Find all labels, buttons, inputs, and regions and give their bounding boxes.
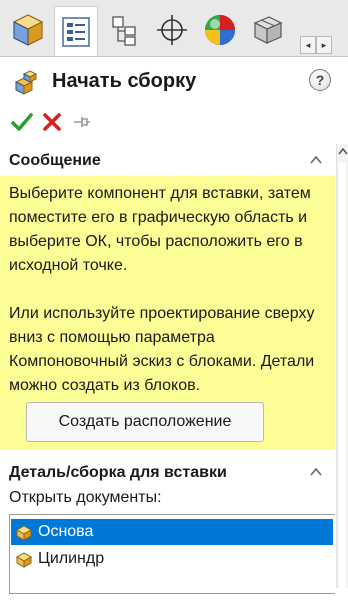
list-item[interactable]: Цилиндр	[11, 546, 333, 572]
part-icon	[15, 552, 33, 568]
part-icon	[15, 525, 33, 541]
message-group-header[interactable]: Сообщение	[0, 144, 335, 176]
insert-group-header[interactable]: Деталь/сборка для вставки	[0, 456, 335, 488]
tab-scroll-right-button[interactable]: ▸	[316, 36, 332, 54]
document-name: Цилиндр	[38, 550, 105, 567]
create-layout-button[interactable]: Создать расположение	[26, 402, 264, 442]
message-group-title: Сообщение	[9, 152, 101, 169]
action-buttons	[0, 104, 348, 138]
tab-property-manager[interactable]	[54, 6, 98, 56]
property-manager-header: Начать сборку ?	[0, 62, 348, 102]
tab-cam-manager[interactable]	[246, 8, 286, 52]
display-manager-icon	[205, 15, 235, 45]
cam-manager-icon	[253, 16, 283, 44]
cancel-button[interactable]	[38, 108, 66, 136]
keep-visible-button[interactable]	[68, 108, 96, 136]
panel-scrollbar[interactable]	[336, 144, 348, 602]
triangle-left-icon: ◂	[305, 39, 311, 50]
chevron-up-icon[interactable]	[338, 146, 348, 158]
chevron-up-icon[interactable]	[308, 465, 324, 479]
insert-group-title: Деталь/сборка для вставки	[9, 464, 227, 481]
document-name: Основа	[38, 523, 94, 540]
chevron-up-icon[interactable]	[308, 153, 324, 167]
x-icon	[43, 113, 61, 131]
tab-display-manager[interactable]	[198, 8, 242, 52]
configuration-manager-icon	[112, 16, 136, 46]
tab-dimxpert-manager[interactable]	[150, 8, 194, 52]
tab-scroll-left-button[interactable]: ◂	[300, 36, 316, 54]
page-title: Начать сборку	[52, 70, 197, 92]
scrollbar-thumb[interactable]	[339, 162, 346, 602]
begin-assembly-icon	[14, 70, 38, 95]
help-button[interactable]: ?	[309, 69, 331, 91]
message-paragraph-2: Или используйте проектирование сверху вн…	[9, 305, 315, 394]
check-icon	[11, 113, 33, 131]
tab-feature-manager[interactable]	[6, 8, 50, 52]
message-text: Выберите компонент для вставки, затем по…	[9, 182, 327, 398]
question-mark-icon: ?	[315, 72, 325, 88]
ok-button[interactable]	[8, 108, 36, 136]
pushpin-icon	[74, 117, 90, 127]
manager-tab-bar: ◂ ▸	[0, 0, 348, 57]
feature-manager-icon	[12, 14, 44, 46]
open-documents-label: Открыть документы:	[9, 489, 162, 506]
list-item[interactable]: Основа	[11, 519, 333, 545]
tab-configuration-manager[interactable]	[102, 8, 146, 52]
dimxpert-manager-icon	[157, 15, 187, 45]
open-documents-list[interactable]: Основа Цилиндр	[9, 514, 335, 594]
property-manager-panel: Сообщение Выберите компонент для вставки…	[0, 144, 335, 594]
property-manager-icon	[62, 16, 90, 47]
message-paragraph-1: Выберите компонент для вставки, затем по…	[9, 185, 311, 274]
triangle-right-icon: ▸	[321, 39, 327, 50]
